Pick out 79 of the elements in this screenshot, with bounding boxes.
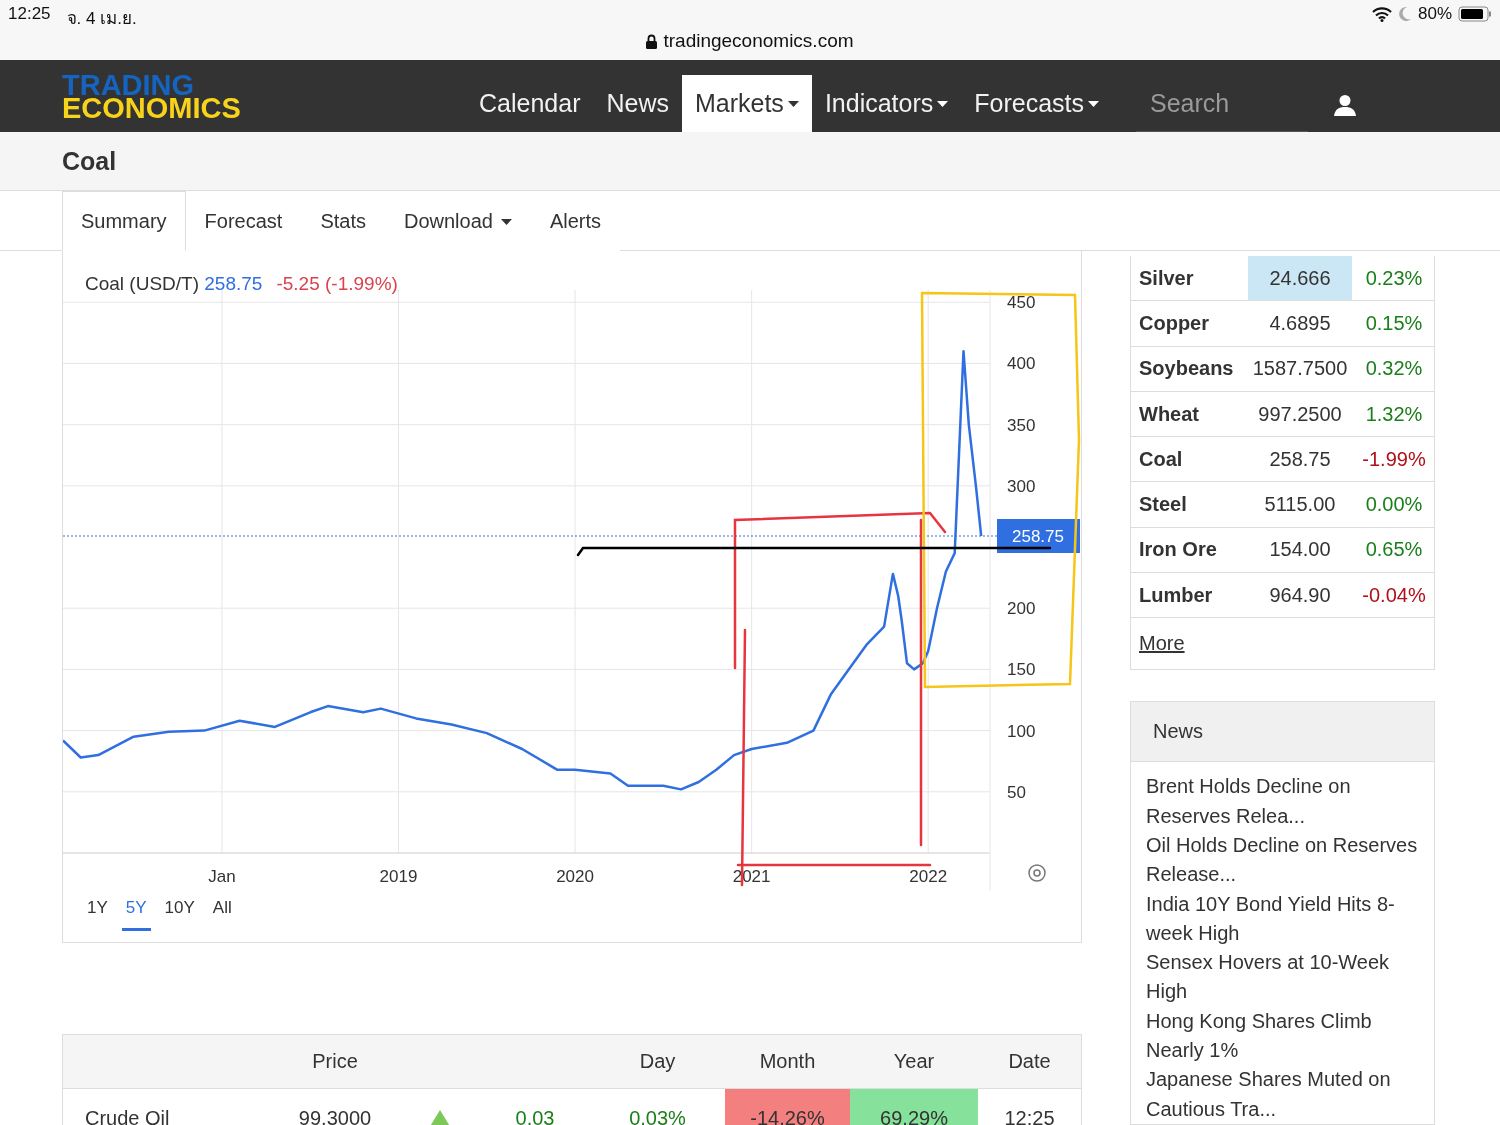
- axis-label: 2019: [379, 867, 418, 886]
- table-cell-text: 0.03: [514, 1106, 556, 1125]
- address-url[interactable]: tradingeconomics.com: [663, 30, 854, 52]
- range-tab[interactable]: 1Y: [83, 892, 112, 931]
- axis-label: 150: [1007, 660, 1036, 680]
- commodity-name[interactable]: Steel: [1131, 482, 1248, 527]
- table-cell-text: 997.2500: [1257, 401, 1343, 427]
- commodity-name[interactable]: Lumber: [1131, 573, 1248, 618]
- axis-label: 350: [1007, 415, 1036, 435]
- table-cell-text: 0.32%: [1364, 356, 1424, 382]
- axis-label: 100: [1007, 721, 1036, 741]
- commodity-name[interactable]: Copper: [1131, 301, 1248, 346]
- headline-link[interactable]: Japanese Shares Muted on Cautious Tra...: [1146, 1065, 1424, 1124]
- axis-label: 450: [1007, 293, 1036, 313]
- axis-label: 50: [1007, 782, 1026, 802]
- table-cell: -14.26%: [725, 1089, 850, 1125]
- range-tab[interactable]: 10Y: [160, 892, 199, 931]
- range-tab[interactable]: All: [208, 892, 236, 931]
- table-cell-text: 99.3000: [297, 1106, 373, 1125]
- settings-icon[interactable]: [1028, 864, 1046, 882]
- range-tab[interactable]: 5Y: [121, 892, 151, 931]
- table-cell: 69.29%: [850, 1089, 978, 1125]
- table-cell-text: 0.65%: [1364, 537, 1424, 563]
- user-icon[interactable]: [1334, 94, 1357, 116]
- panel-heading: News: [1153, 720, 1203, 744]
- status-time: 12:25: [8, 4, 51, 25]
- page-title: Coal: [62, 146, 117, 176]
- logo[interactable]: TRADING ECONOMICS: [62, 73, 466, 120]
- axis-label: 200: [1007, 599, 1036, 619]
- table-cell-text: 0.00%: [1364, 492, 1424, 518]
- status-date: จ. 4 เม.ย.: [66, 8, 137, 30]
- more-link[interactable]: More: [1139, 632, 1185, 656]
- commodity-name[interactable]: Iron Ore: [1131, 527, 1248, 573]
- nav-link[interactable]: News: [593, 75, 682, 132]
- table-cell: 24.666: [1248, 256, 1352, 301]
- search-field[interactable]: Search: [1136, 75, 1309, 132]
- table-cell-text: 12:25: [1003, 1106, 1056, 1125]
- table-cell-text: 0.23%: [1364, 265, 1424, 291]
- column-header: Day: [638, 1049, 677, 1074]
- table-cell-text: 4.6895: [1268, 310, 1332, 336]
- wifi-icon: [1371, 6, 1392, 22]
- table-cell-text: -1.99%: [1361, 446, 1427, 472]
- commodity-name[interactable]: Coal: [1131, 437, 1248, 482]
- commodity-name[interactable]: Silver: [1131, 256, 1248, 301]
- nav-link[interactable]: Indicators: [811, 75, 962, 132]
- axis-label: 2022: [909, 867, 948, 886]
- battery-percent: 80%: [1417, 4, 1452, 24]
- headline-link[interactable]: Hong Kong Shares Climb Nearly 1%: [1146, 1006, 1424, 1066]
- headline-link[interactable]: Brent Holds Decline on Reserves Relea...: [1146, 772, 1424, 831]
- headline-link[interactable]: Oil Holds Decline on Reserves Release...: [1146, 830, 1424, 890]
- table-cell-text: 154.00: [1268, 537, 1332, 563]
- headline-link[interactable]: Sensex Hovers at 10-Week High: [1146, 948, 1424, 1007]
- table-cell-text: Crude Oil: [84, 1106, 171, 1125]
- nav-link[interactable]: Markets: [681, 75, 812, 132]
- column-header: Price: [311, 1049, 359, 1074]
- nav-link[interactable]: Calendar: [466, 75, 594, 132]
- table-cell-text: 5115.00: [1263, 492, 1337, 518]
- axis-label: 300: [1007, 476, 1036, 496]
- table-cell-text: 0.15%: [1364, 310, 1424, 336]
- column-header: Date: [1007, 1049, 1052, 1074]
- table-cell-text: 0.03%: [628, 1106, 687, 1125]
- table-cell-text: 258.75: [1268, 446, 1332, 472]
- headline-link[interactable]: India 10Y Bond Yield Hits 8-week High: [1146, 889, 1424, 949]
- axis-label: 400: [1007, 354, 1036, 374]
- commodity-name[interactable]: Wheat: [1131, 391, 1248, 437]
- commodity-name[interactable]: Soybeans: [1131, 346, 1248, 391]
- moon-icon: [1397, 6, 1412, 22]
- lock-icon: [646, 33, 658, 49]
- table-cell-text: 1.32%: [1364, 401, 1424, 427]
- column-header: Year: [892, 1049, 936, 1074]
- axis-label: Jan: [208, 867, 236, 886]
- tab[interactable]: Summary: [62, 191, 186, 251]
- nav-link[interactable]: Forecasts: [961, 75, 1113, 132]
- table-cell-text: 964.90: [1268, 582, 1332, 608]
- column-header: Month: [758, 1049, 817, 1074]
- table-cell-text: -0.04%: [1361, 582, 1427, 608]
- table-cell-text: 1587.7500: [1251, 356, 1349, 382]
- battery-icon: [1458, 6, 1492, 22]
- axis-label: 2020: [556, 867, 594, 886]
